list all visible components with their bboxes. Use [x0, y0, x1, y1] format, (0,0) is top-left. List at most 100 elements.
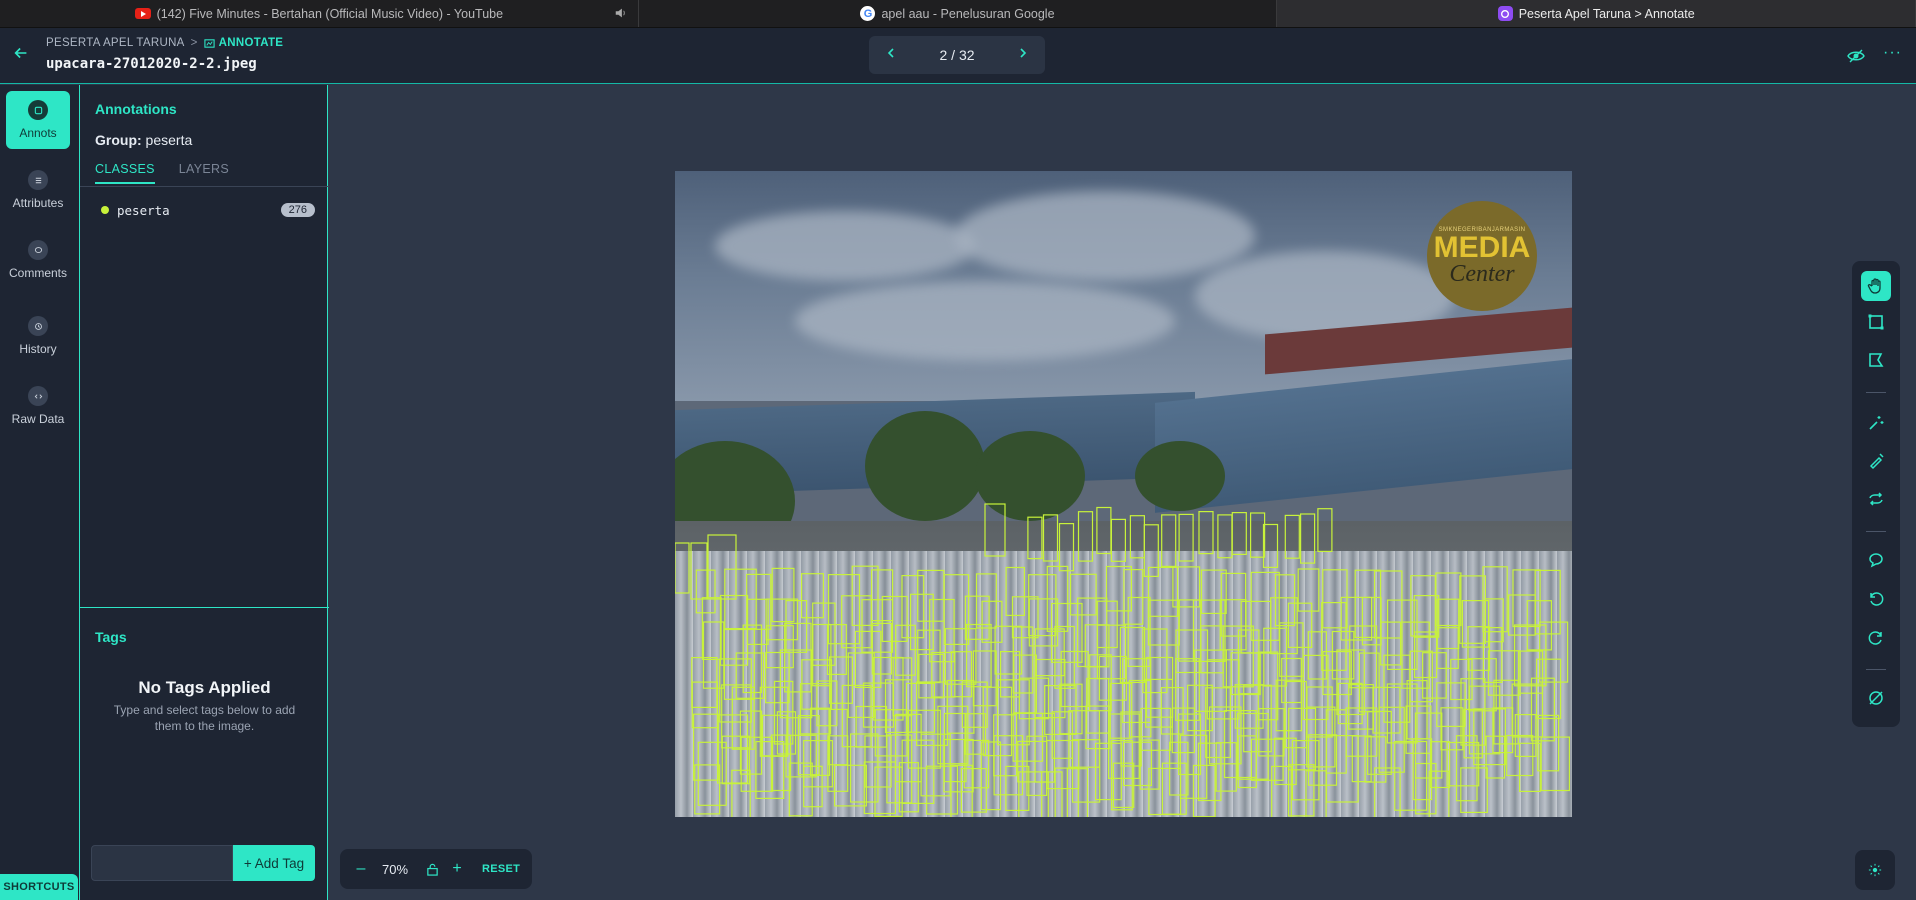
bounding-box[interactable]: [765, 651, 790, 704]
comment-tool-button[interactable]: [1861, 545, 1891, 575]
bounding-box[interactable]: [981, 600, 1003, 643]
bounding-box[interactable]: [872, 656, 904, 721]
bounding-box[interactable]: [1175, 629, 1209, 674]
bounding-box[interactable]: [1041, 771, 1063, 817]
bounding-box[interactable]: [1284, 514, 1300, 559]
bounding-box[interactable]: [1487, 650, 1521, 696]
bounding-box[interactable]: [1096, 506, 1112, 555]
tag-input[interactable]: [91, 845, 233, 881]
bounding-box[interactable]: [920, 733, 951, 797]
bounding-box[interactable]: [735, 652, 765, 699]
add-tag-button[interactable]: + Add Tag: [233, 845, 315, 881]
bounding-box[interactable]: [1512, 569, 1541, 628]
bounding-box[interactable]: [1143, 524, 1159, 577]
bounding-box[interactable]: [1070, 573, 1097, 616]
bounding-box[interactable]: [788, 762, 813, 817]
bounding-box[interactable]: [1231, 512, 1247, 556]
bounding-box-tool-button[interactable]: [1861, 307, 1891, 337]
bounding-box[interactable]: [1178, 513, 1194, 562]
bounding-box[interactable]: [1485, 735, 1506, 779]
bounding-box[interactable]: [1540, 736, 1571, 792]
bounding-box[interactable]: [1484, 598, 1504, 643]
bounding-box[interactable]: [1110, 518, 1126, 562]
bounding-box[interactable]: [926, 765, 958, 815]
bounding-box[interactable]: [1373, 570, 1403, 639]
next-image-button[interactable]: [1017, 46, 1029, 64]
bounding-box[interactable]: [1217, 514, 1233, 559]
bounding-box[interactable]: [1518, 742, 1541, 792]
bounding-box[interactable]: [905, 682, 935, 733]
bounding-box[interactable]: [1421, 652, 1447, 699]
bounding-box[interactable]: [1436, 598, 1460, 650]
bounding-box[interactable]: [829, 656, 854, 704]
bounding-box[interactable]: [895, 624, 916, 676]
rail-item-history[interactable]: History: [6, 307, 70, 365]
bounding-box[interactable]: [1249, 512, 1266, 558]
bounding-box[interactable]: [1192, 764, 1216, 817]
hand-tool-button[interactable]: [1861, 271, 1891, 301]
bounding-box[interactable]: [675, 542, 690, 594]
previous-image-button[interactable]: [885, 46, 897, 64]
rail-item-attributes[interactable]: Attributes: [6, 161, 70, 219]
bounding-box[interactable]: [1482, 627, 1503, 684]
bounding-box[interactable]: [690, 542, 708, 600]
bounding-box[interactable]: [1348, 683, 1375, 730]
bounding-box[interactable]: [960, 767, 987, 813]
bounding-box[interactable]: [1028, 598, 1059, 647]
bounding-box[interactable]: [1026, 735, 1048, 797]
bounding-box[interactable]: [1493, 679, 1519, 745]
bounding-box[interactable]: [1085, 705, 1111, 750]
bounding-box[interactable]: [1027, 516, 1043, 560]
bounding-box[interactable]: [1129, 515, 1145, 559]
bounding-box[interactable]: [1139, 739, 1160, 790]
bounding-box[interactable]: [1148, 767, 1182, 816]
annotation-canvas[interactable]: SMKNEGERIBANJARMASIN MEDIA Center: [329, 85, 1916, 900]
bounding-box[interactable]: [1200, 569, 1227, 615]
browser-tab-youtube[interactable]: (142) Five Minutes - Bertahan (Official …: [0, 0, 639, 27]
bounding-box[interactable]: [1337, 682, 1363, 725]
bounding-box[interactable]: [901, 575, 925, 639]
bounding-box[interactable]: [1307, 734, 1338, 786]
shortcuts-button[interactable]: SHORTCUTS: [0, 874, 78, 900]
bounding-box[interactable]: [1219, 599, 1247, 651]
bounding-box[interactable]: [1172, 566, 1201, 608]
bounding-box[interactable]: [1089, 654, 1112, 712]
bounding-box[interactable]: [1263, 627, 1288, 687]
browser-tab-google[interactable]: G apel aau - Penelusuran Google: [639, 0, 1278, 27]
bounding-box[interactable]: [1119, 626, 1146, 684]
bounding-box[interactable]: [984, 503, 1006, 557]
bounding-box[interactable]: [1123, 741, 1153, 787]
bounding-box[interactable]: [966, 623, 992, 688]
bounding-box[interactable]: [1161, 762, 1187, 815]
redo-button[interactable]: [1861, 622, 1891, 652]
bounding-box[interactable]: [1274, 574, 1296, 627]
bounding-box[interactable]: [972, 650, 997, 707]
bounding-box[interactable]: [1460, 767, 1488, 814]
bounding-box[interactable]: [695, 569, 716, 614]
rail-item-raw-data[interactable]: Raw Data: [6, 377, 70, 435]
bounding-box[interactable]: [1198, 511, 1214, 555]
bounding-box[interactable]: [1058, 523, 1075, 572]
bounding-box[interactable]: [1459, 575, 1486, 644]
bounding-box[interactable]: [1011, 596, 1039, 639]
bounding-box[interactable]: [1161, 514, 1177, 567]
bounding-box[interactable]: [1145, 678, 1174, 728]
browser-tab-annotate[interactable]: Peserta Apel Taruna > Annotate: [1277, 0, 1916, 27]
speaker-icon[interactable]: [614, 6, 630, 22]
bounding-box[interactable]: [881, 595, 908, 643]
bounding-box[interactable]: [1534, 569, 1561, 635]
bounding-box[interactable]: [1279, 622, 1304, 677]
bounding-box[interactable]: [1059, 683, 1083, 735]
auto-annotate-tool-button[interactable]: [1861, 408, 1891, 438]
zoom-lock-icon[interactable]: [418, 863, 446, 876]
bounding-box[interactable]: [1414, 712, 1443, 779]
bounding-box[interactable]: [1243, 684, 1272, 753]
bounding-box[interactable]: [907, 709, 941, 769]
bounding-box[interactable]: [1215, 742, 1237, 792]
hide-tool-button[interactable]: [1861, 683, 1891, 713]
bounding-box[interactable]: [1492, 707, 1514, 754]
bounding-box[interactable]: [994, 625, 1023, 675]
bounding-box[interactable]: [771, 567, 795, 623]
bounding-box[interactable]: [1077, 511, 1094, 562]
brightness-button[interactable]: [1855, 850, 1895, 890]
